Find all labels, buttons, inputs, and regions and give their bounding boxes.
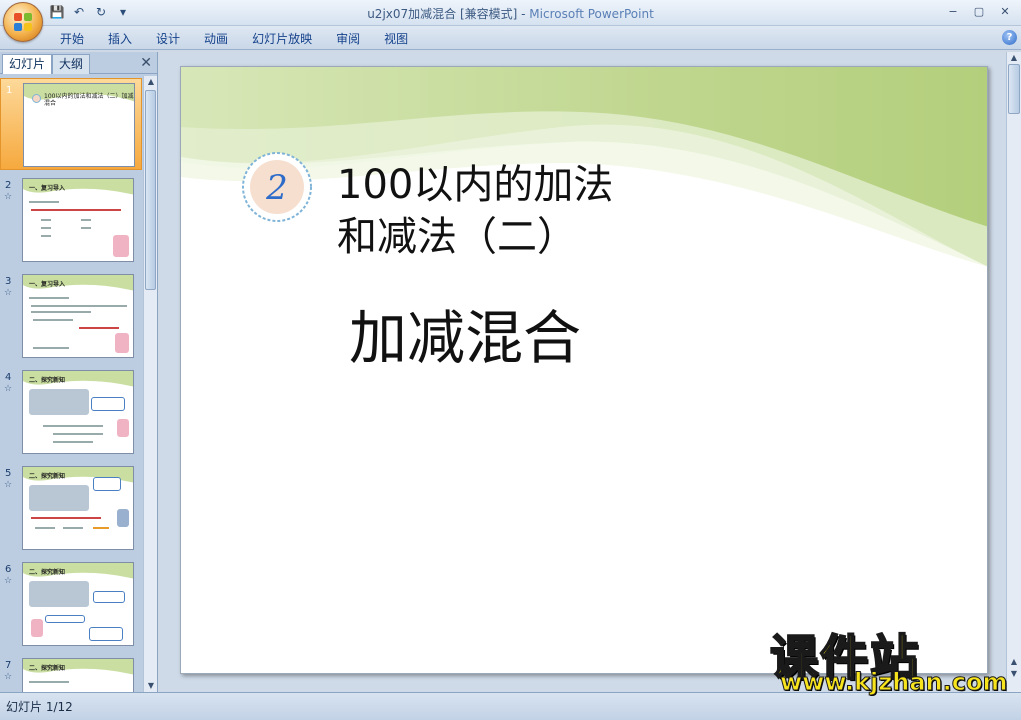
animation-star-icon: ☆ [4, 384, 13, 394]
character-figure [117, 419, 129, 437]
slide-preview: 一、复习导入 [22, 274, 134, 358]
window-controls: − ▢ ✕ [941, 2, 1017, 20]
slide-preview: 二、探究新知 [22, 370, 134, 454]
thumb-title: 二、探究新知 [29, 473, 66, 480]
tab-outline[interactable]: 大纲 [52, 54, 91, 74]
office-button[interactable] [3, 2, 43, 42]
app-name: Microsoft PowerPoint [529, 7, 654, 21]
thumbnail-scrollbar[interactable]: ▲ ▼ [143, 76, 157, 692]
slide-thumbnail-2[interactable]: 2 ☆ 一、复习导入 [0, 174, 142, 266]
previous-slide-icon[interactable]: ▲ [1007, 656, 1021, 668]
character-figure [113, 235, 129, 257]
slide-title[interactable]: 100以内的加法 和减法（二） [337, 159, 613, 263]
character-figure [31, 619, 43, 637]
pane-tabs: 幻灯片 大纲 ✕ [0, 52, 158, 74]
equation-box [89, 627, 123, 641]
character-figure [115, 333, 129, 353]
slide-scrollbar[interactable]: ▲ ▲ ▼ [1006, 52, 1021, 692]
badge-icon [32, 94, 41, 103]
help-icon[interactable]: ? [1002, 30, 1017, 45]
equation-box [45, 615, 85, 623]
badge-number: 2 [265, 168, 288, 208]
tab-view[interactable]: 视图 [372, 30, 420, 48]
lesson-number-badge: 2 [242, 152, 312, 222]
slide-number: 1 [6, 85, 13, 96]
scroll-thumb[interactable] [145, 90, 156, 290]
tab-review[interactable]: 审阅 [324, 30, 372, 48]
slide-number: 7 [5, 660, 12, 671]
office-logo-icon [14, 13, 34, 33]
tab-insert[interactable]: 插入 [96, 30, 144, 48]
speech-bubble [93, 591, 125, 603]
title-separator: - [517, 7, 530, 21]
thumb-title: 二、探究新知 [29, 377, 66, 384]
tab-home[interactable]: 开始 [48, 30, 96, 48]
slide-thumbnail-7[interactable]: 7 ☆ 二、探究新知 [0, 654, 142, 692]
slide-thumbnail-list: 1 100以内的加法和减法（二）加减混合 2 ☆ 一、复习导入 3 ☆ 一、复习… [0, 76, 142, 692]
slide-number: 5 [5, 468, 12, 479]
next-slide-icon[interactable]: ▼ [1007, 668, 1021, 680]
slide-number: 2 [5, 180, 12, 191]
slide-preview: 一、复习导入 [22, 178, 134, 262]
tab-slideshow[interactable]: 幻灯片放映 [240, 30, 324, 48]
animation-star-icon: ☆ [4, 192, 13, 202]
animation-star-icon: ☆ [4, 672, 13, 682]
slide-number: 4 [5, 372, 12, 383]
slide-thumbnail-3[interactable]: 3 ☆ 一、复习导入 [0, 270, 142, 362]
picture-placeholder [29, 581, 89, 607]
animation-star-icon: ☆ [4, 480, 13, 490]
slide-counter: 幻灯片 1/12 [6, 700, 73, 714]
status-bar: 幻灯片 1/12 [0, 692, 1021, 720]
picture-placeholder [29, 389, 89, 415]
slide-thumbnail-4[interactable]: 4 ☆ 二、探究新知 [0, 366, 142, 458]
slide-editing-area: 2 100以内的加法 和减法（二） 加减混合 [160, 52, 1006, 692]
close-button[interactable]: ✕ [993, 2, 1017, 20]
watermark-url: www.kjzhan.com [779, 668, 1008, 697]
document-name: u2jx07加减混合 [兼容模式] [367, 7, 518, 21]
slide-number: 6 [5, 564, 12, 575]
animation-star-icon: ☆ [4, 288, 13, 298]
scroll-up-icon[interactable]: ▲ [144, 76, 158, 88]
slide-preview: 二、探究新知 [22, 658, 134, 692]
tab-slides[interactable]: 幻灯片 [2, 54, 53, 74]
speech-bubble [93, 477, 121, 491]
slide-preview: 二、探究新知 [22, 562, 134, 646]
scroll-down-icon[interactable]: ▼ [144, 680, 158, 692]
thumb-title: 一、复习导入 [29, 281, 66, 288]
minimize-button[interactable]: − [941, 2, 965, 20]
animation-star-icon: ☆ [4, 576, 13, 586]
slide-subtitle[interactable]: 加减混合 [349, 291, 581, 375]
maximize-button[interactable]: ▢ [967, 2, 991, 20]
close-pane-icon[interactable]: ✕ [140, 55, 152, 71]
slide-number: 3 [5, 276, 12, 287]
scroll-thumb[interactable] [1008, 64, 1020, 114]
slides-pane: 幻灯片 大纲 ✕ 1 100以内的加法和减法（二）加减混合 2 ☆ 一、复习导入 [0, 52, 158, 692]
thumb-title: 100以内的加法和减法（二）加减混合 [44, 93, 134, 107]
title-line-2: 和减法（二） [337, 214, 577, 260]
character-figure [117, 509, 129, 527]
ribbon-tabs: 开始 插入 设计 动画 幻灯片放映 审阅 视图 [48, 30, 420, 48]
thumb-title: 一、复习导入 [29, 185, 66, 192]
tab-design[interactable]: 设计 [144, 30, 192, 48]
picture-placeholder [29, 485, 89, 511]
title-bar: 💾 ↶ ↻ ▾ u2jx07加减混合 [兼容模式] - Microsoft Po… [0, 0, 1021, 26]
thumb-title: 二、探究新知 [29, 569, 66, 576]
ribbon: 开始 插入 设计 动画 幻灯片放映 审阅 视图 ? [0, 26, 1021, 50]
speech-bubble [91, 397, 125, 411]
title-line-1: 100以内的加法 [337, 162, 614, 208]
slide-thumbnail-5[interactable]: 5 ☆ 二、探究新知 [0, 462, 142, 554]
scroll-up-icon[interactable]: ▲ [1007, 52, 1021, 64]
tab-animations[interactable]: 动画 [192, 30, 240, 48]
slide-preview: 100以内的加法和减法（二）加减混合 [23, 83, 135, 167]
slide-thumbnail-1[interactable]: 1 100以内的加法和减法（二）加减混合 [0, 78, 142, 170]
current-slide[interactable]: 2 100以内的加法 和减法（二） 加减混合 [180, 66, 988, 674]
thumb-title: 二、探究新知 [29, 665, 66, 672]
window-title: u2jx07加减混合 [兼容模式] - Microsoft PowerPoint [0, 5, 1021, 22]
slide-preview: 二、探究新知 [22, 466, 134, 550]
slide-thumbnail-6[interactable]: 6 ☆ 二、探究新知 [0, 558, 142, 650]
